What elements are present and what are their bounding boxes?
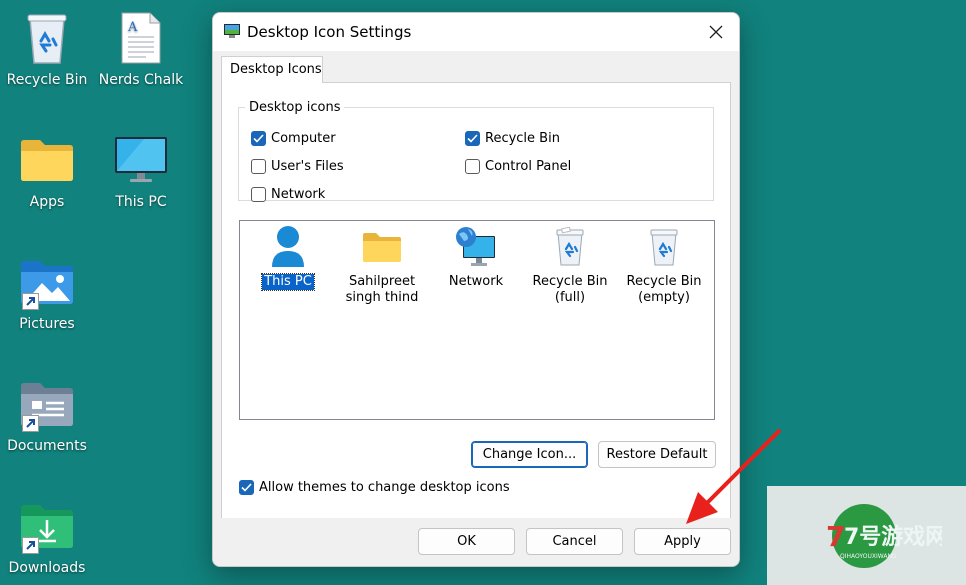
desktop-icon-downloads[interactable]: Downloads — [0, 496, 94, 576]
checkbox-computer[interactable]: Computer — [251, 131, 336, 146]
checkbox-allow-themes[interactable]: Allow themes to change desktop icons — [239, 480, 510, 495]
list-item-label: Sahilpreet singh thind — [345, 274, 419, 305]
close-button[interactable] — [693, 13, 739, 51]
folder-icon — [0, 130, 94, 190]
title-bar[interactable]: Desktop Icon Settings — [213, 13, 739, 51]
close-icon — [709, 25, 723, 39]
folder-icon — [338, 223, 426, 271]
desktop-icon-this-pc[interactable]: This PC — [94, 130, 188, 210]
watermark-text: 7号游戏网 — [844, 524, 942, 550]
list-item-this-pc[interactable]: This PC — [244, 223, 332, 291]
checkbox-recycle-bin[interactable]: Recycle Bin — [465, 131, 560, 146]
check-icon — [241, 483, 252, 492]
desktop-icon-label: Nerds Chalk — [98, 72, 184, 88]
document-icon: A — [94, 8, 188, 68]
desktop-icon-pictures[interactable]: Pictures — [0, 252, 94, 332]
checkbox-label: Computer — [271, 131, 336, 146]
watermark-subtext: QIHAOYOUXIWANG — [840, 553, 897, 560]
desktop-icon-settings-dialog: Desktop Icon Settings Desktop Icons Desk… — [212, 12, 740, 567]
list-item-label: Recycle Bin (empty) — [626, 274, 702, 305]
watermark-logo-icon: 7 7号游戏网 QIHAOYOUXIWANG — [826, 503, 942, 568]
desktop-icon-label: Apps — [29, 194, 65, 210]
change-icon-button[interactable]: Change Icon... — [471, 441, 588, 468]
checkbox-label: User's Files — [271, 159, 344, 174]
monitor-icon — [94, 130, 188, 190]
check-icon — [253, 134, 264, 143]
desktop-icons-group: Desktop icons — [238, 100, 714, 201]
list-item-label: This PC — [261, 273, 315, 291]
group-label: Desktop icons — [249, 100, 341, 115]
checkbox-control-panel[interactable]: Control Panel — [465, 159, 571, 174]
user-icon — [244, 223, 332, 271]
checkbox-label: Allow themes to change desktop icons — [259, 480, 510, 495]
list-item-recycle-bin-empty[interactable]: Recycle Bin (empty) — [620, 223, 708, 306]
ok-button[interactable]: OK — [418, 528, 515, 555]
pictures-folder-icon — [0, 252, 94, 312]
list-item-label: Network — [448, 274, 504, 289]
checkbox-box[interactable] — [465, 131, 480, 146]
display-settings-icon — [223, 23, 241, 43]
desktop-icon-label: Pictures — [19, 316, 75, 332]
desktop-icon-apps[interactable]: Apps — [0, 130, 94, 210]
checkbox-box[interactable] — [465, 159, 480, 174]
list-item-recycle-bin-full[interactable]: Recycle Bin (full) — [526, 223, 614, 306]
checkbox-network[interactable]: Network — [251, 187, 325, 202]
svg-text:A: A — [127, 20, 138, 35]
desktop-icon-documents[interactable]: Documents — [0, 374, 94, 454]
cancel-button[interactable]: Cancel — [526, 528, 623, 555]
desktop-icon-label: Documents — [7, 438, 87, 454]
dialog-title: Desktop Icon Settings — [247, 23, 412, 41]
shortcut-arrow-icon — [22, 537, 39, 554]
checkbox-box[interactable] — [239, 480, 254, 495]
checkbox-box[interactable] — [251, 159, 266, 174]
recycle-bin-empty-icon — [620, 223, 708, 271]
checkbox-label: Recycle Bin — [485, 131, 560, 146]
checkbox-box[interactable] — [251, 131, 266, 146]
network-icon — [432, 223, 520, 271]
list-item-label: Recycle Bin (full) — [532, 274, 608, 305]
desktop-icon-label: Downloads — [8, 560, 86, 576]
checkbox-label: Control Panel — [485, 159, 572, 174]
recycle-bin-full-icon — [526, 223, 614, 271]
documents-folder-icon — [0, 374, 94, 434]
desktop-icon-label: Recycle Bin — [6, 72, 88, 88]
list-item-user-folder[interactable]: Sahilpreet singh thind — [338, 223, 426, 306]
checkbox-users-files[interactable]: User's Files — [251, 159, 344, 174]
check-icon — [467, 134, 478, 143]
list-item-network[interactable]: Network — [432, 223, 520, 290]
desktop-icon-label: This PC — [115, 194, 167, 210]
checkbox-label: Network — [271, 187, 326, 202]
tab-panel: Desktop icons Computer Recycle Bin User'… — [221, 82, 731, 522]
watermark-logo: 7 7号游戏网 QIHAOYOUXIWANG — [767, 486, 966, 585]
tab-desktop-icons[interactable]: Desktop Icons — [221, 56, 323, 83]
desktop-icon-nerds-chalk[interactable]: A Nerds Chalk — [94, 8, 188, 88]
checkbox-box[interactable] — [251, 187, 266, 202]
apply-button[interactable]: Apply — [634, 528, 731, 555]
desktop-icon-recycle-bin[interactable]: Recycle Bin — [0, 8, 94, 88]
downloads-folder-icon — [0, 496, 94, 556]
shortcut-arrow-icon — [22, 293, 39, 310]
recycle-bin-icon — [0, 8, 94, 68]
shortcut-arrow-icon — [22, 415, 39, 432]
icon-list-view[interactable]: This PC Sahilpreet singh thind Network R… — [239, 220, 715, 420]
svg-text:7: 7 — [826, 520, 845, 553]
dialog-footer: OK Cancel Apply — [213, 518, 739, 566]
